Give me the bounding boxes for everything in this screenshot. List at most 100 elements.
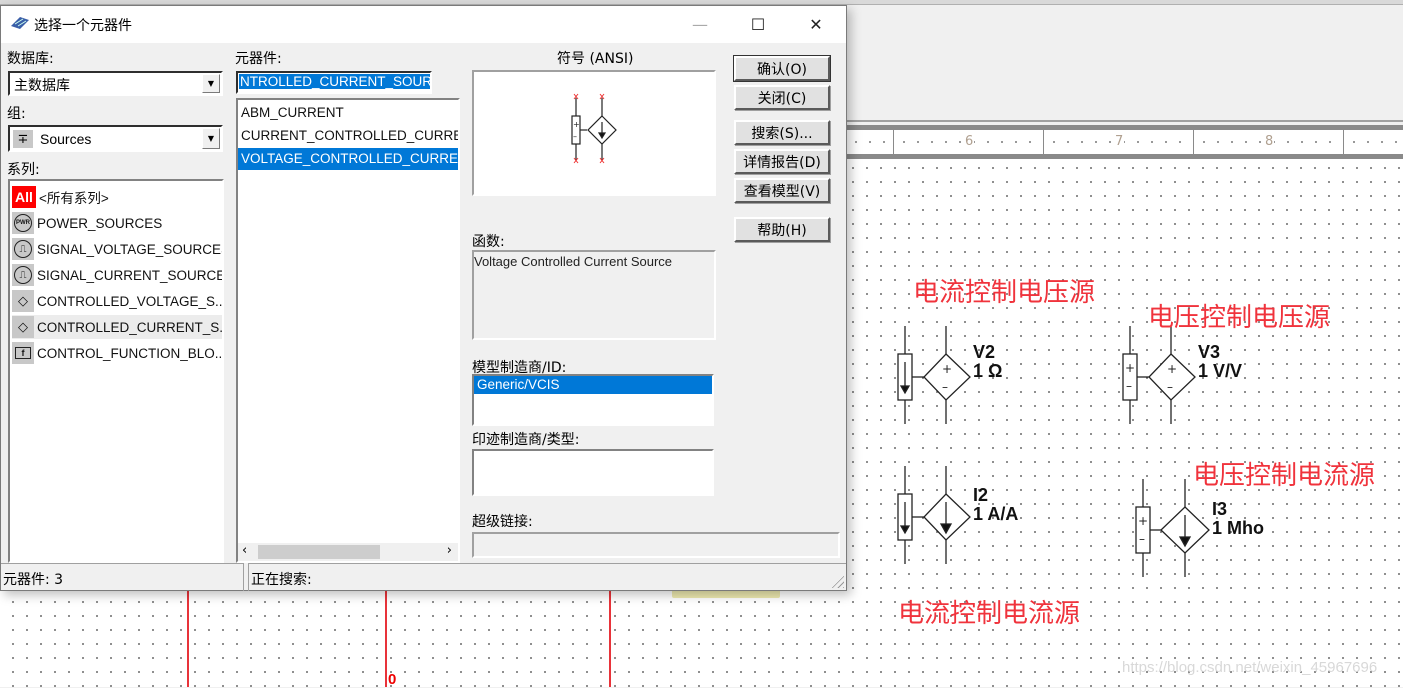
series-item-signal-current-sources[interactable]: ⎍ SIGNAL_CURRENT_SOURCES [12,263,222,287]
svg-text:–: – [1167,380,1173,394]
svg-text:–: – [1139,532,1145,546]
help-button[interactable]: 帮助(H) [734,217,830,242]
series-list[interactable]: All <所有系列> PWR POWER_SOURCES ⎍ SIGNAL_VO… [8,179,224,563]
wire[interactable] [187,591,189,687]
series-item-control-function-blocks[interactable]: f CONTROL_FUNCTION_BLO... [12,341,222,365]
series-item-power-sources[interactable]: PWR POWER_SOURCES [12,211,222,235]
component-label-i2[interactable]: I2 1 A/A [973,486,1018,524]
component-search-input[interactable]: NTROLLED_CURRENT_SOURCE [236,71,432,94]
component-label-v2[interactable]: V2 1 Ω [973,343,1002,381]
power-source-icon: PWR [12,212,34,234]
scroll-left-icon[interactable]: ‹ [242,543,247,558]
horizontal-scrollbar[interactable]: ‹ › [238,543,458,561]
component-item[interactable]: CURRENT_CONTROLLED_CURRENT_SOURCE [238,125,458,147]
annotation-ccvs: 电流控制电压源 [913,278,1096,308]
series-item-label: CONTROLLED_CURRENT_S... [37,319,224,335]
group-label: 组: [7,106,26,122]
view-model-button[interactable]: 查看模型(V) [734,178,830,203]
model-list[interactable]: Generic/VCIS [472,374,714,426]
component-ref: V3 [1198,342,1221,362]
series-item-label: SIGNAL_CURRENT_SOURCES [37,267,224,283]
dialog-titlebar[interactable]: 选择一个元器件 — ☐ ✕ [1,6,846,43]
component-ref: V2 [973,342,996,362]
chevron-down-icon[interactable]: ▼ [202,74,220,93]
signal-current-source-icon: ⎍ [12,264,34,286]
component-list[interactable]: ABM_CURRENT CURRENT_CONTROLLED_CURRENT_S… [236,98,460,563]
close-button[interactable]: 关闭(C) [734,85,830,110]
function-label: 函数: [472,234,505,250]
scrollbar-thumb[interactable] [258,545,380,559]
component-label: 元器件: [235,51,282,67]
function-block-icon: f [12,342,34,364]
ruler-segment [1344,130,1403,154]
node-label: 0 [388,671,397,688]
component-item-selected[interactable]: VOLTAGE_CONTROLLED_CURRENT_SOURCE [238,148,458,170]
hyperlink-field[interactable] [472,532,840,558]
ground-source-icon: ∓ [13,130,33,148]
series-item-all[interactable]: All <所有系列> [12,185,222,209]
detail-report-button[interactable]: 详情报告(D) [734,149,830,174]
status-count-value: 3 [54,572,64,588]
chevron-down-icon[interactable]: ▼ [202,128,220,149]
svg-text:–: – [1126,379,1132,393]
database-select[interactable]: 主数据库 ▼ [8,71,223,96]
select-component-dialog: 选择一个元器件 — ☐ ✕ 数据库: 主数据库 ▼ 组: ∓ Sources ▼… [0,5,847,591]
sheet-ruler: 6 7 8 [846,125,1403,159]
search-button[interactable]: 搜索(S)... [734,120,830,145]
component-label-i3[interactable]: I3 1 Mho [1212,500,1264,538]
series-item-label: CONTROLLED_VOLTAGE_S... [37,293,224,309]
footprint-list[interactable] [472,449,714,496]
function-value: Voltage Controlled Current Source [474,254,673,269]
component-value: 1 Mho [1212,518,1264,538]
ruler-divider [846,120,1403,122]
status-searching: 正在搜索: [248,563,846,591]
ok-button[interactable]: 确认(O) [733,55,831,82]
series-item-label: POWER_SOURCES [37,215,163,231]
component-app-icon [11,17,29,29]
wire[interactable] [609,591,611,687]
svg-text:–: – [942,380,948,394]
series-item-controlled-current[interactable]: ◇ CONTROLLED_CURRENT_S... [12,315,222,339]
wire[interactable] [385,591,387,687]
scroll-right-icon[interactable]: › [447,543,452,558]
database-label: 数据库: [7,51,54,67]
series-item-label: <所有系列> [39,191,109,206]
maximize-button[interactable]: ☐ [729,6,787,43]
signal-voltage-source-icon: ⎍ [12,238,34,260]
symbol-preview: + – [472,70,716,196]
svg-text:+: + [1125,361,1135,375]
vccs-symbol-preview: +– [571,93,617,164]
dialog-title: 选择一个元器件 [34,18,132,34]
component-value: 1 A/A [973,504,1019,524]
svg-text:+: + [573,120,580,129]
close-window-button[interactable]: ✕ [787,6,845,43]
series-item-controlled-voltage[interactable]: ◇ CONTROLLED_VOLTAGE_S... [12,289,222,313]
group-select[interactable]: ∓ Sources ▼ [8,125,223,152]
hyperlink-label: 超级链接: [472,514,533,530]
function-field: Voltage Controlled Current Source [472,250,716,340]
model-item-selected[interactable]: Generic/VCIS [474,376,712,394]
minimize-button[interactable]: — [671,6,729,43]
watermark: https://blog.csdn.net/weixin_45967696 [1122,659,1378,676]
ruler-label: 6 [964,134,975,149]
component-label-v3[interactable]: V3 1 V/V [1198,343,1242,381]
symbol-label: 符号 (ANSI) [557,51,634,67]
ruler-segment: 8 [1194,130,1344,154]
component-value: 1 Ω [973,361,1003,381]
group-value: Sources [40,131,92,147]
cccs-symbol[interactable] [897,466,971,564]
series-item-signal-voltage-sources[interactable]: ⎍ SIGNAL_VOLTAGE_SOURCES [12,237,222,261]
ccvs-symbol[interactable]: + – [897,326,971,424]
vcvs-symbol[interactable]: + – + – [1122,326,1196,424]
svg-text:–: – [573,132,577,141]
component-ref: I2 [973,485,989,505]
status-component-count: 元器件: 3 [1,563,244,591]
annotation-cccs: 电流控制电流源 [898,599,1081,629]
ruler-segment: 6 [894,130,1044,154]
controlled-current-source-icon: ◇ [12,316,34,338]
series-item-label: CONTROL_FUNCTION_BLO... [37,345,224,361]
footprint-label: 印迹制造商/类型: [472,432,580,448]
schematic-symbols: + – + – + – + – [897,326,1210,577]
component-item[interactable]: ABM_CURRENT [238,102,458,124]
component-ref: I3 [1212,499,1228,519]
